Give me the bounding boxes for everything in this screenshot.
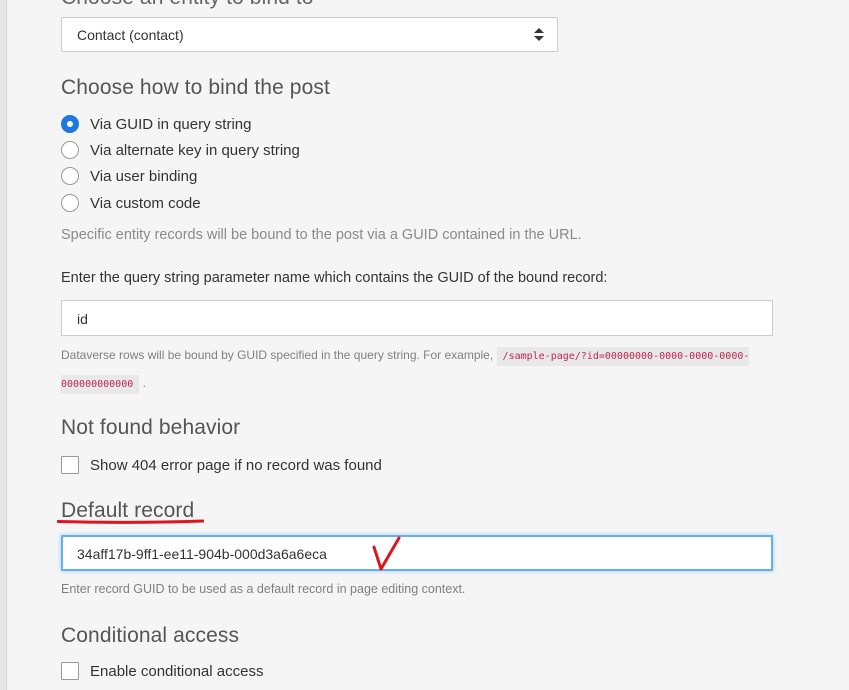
show-404-checkbox-row[interactable]: Show 404 error page if no record was fou… (61, 454, 382, 476)
radio-label: Via custom code (90, 194, 201, 212)
query-param-label: Enter the query string parameter name wh… (61, 270, 608, 286)
entity-binding-settings: Choose an entity to bind to Contact (con… (61, 0, 821, 690)
red-underline-annotation (57, 519, 204, 524)
radio-custom-code[interactable]: Via custom code (61, 192, 201, 214)
radio-label: Via user binding (90, 167, 198, 185)
left-rail (0, 0, 7, 690)
radio-guid-query-string[interactable]: Via GUID in query string (61, 113, 251, 135)
query-param-help-suffix: . (142, 376, 146, 390)
show-404-label: Show 404 error page if no record was fou… (90, 456, 382, 474)
entity-select[interactable]: Contact (contact) (61, 17, 558, 52)
show-404-checkbox[interactable] (61, 456, 79, 474)
chevron-up-down-icon (534, 28, 544, 42)
default-record-value: 34aff17b-9ff1-ee11-904b-000d3a6a6eca (77, 546, 327, 562)
radio-label: Via GUID in query string (90, 115, 252, 133)
radio-button[interactable] (61, 167, 79, 185)
conditional-access-checkbox-row[interactable]: Enable conditional access (61, 660, 263, 682)
bind-help-text: Specific entity records will be bound to… (61, 227, 582, 243)
radio-alternate-key[interactable]: Via alternate key in query string (61, 139, 300, 161)
query-param-help: Dataverse rows will be bound by GUID spe… (61, 342, 771, 398)
radio-button[interactable] (61, 141, 79, 159)
query-param-value: id (77, 311, 88, 327)
conditional-access-heading: Conditional access (61, 624, 240, 647)
radio-button[interactable] (61, 194, 79, 212)
query-param-input[interactable]: id (61, 300, 773, 336)
radio-label: Via alternate key in query string (90, 141, 300, 159)
default-record-help: Enter record GUID to be used as a defaul… (61, 582, 466, 596)
entity-section-heading: Choose an entity to bind to (61, 0, 314, 10)
radio-user-binding[interactable]: Via user binding (61, 165, 197, 187)
entity-select-value: Contact (contact) (77, 27, 184, 43)
conditional-access-label: Enable conditional access (90, 662, 264, 680)
query-param-help-prefix: Dataverse rows will be bound by GUID spe… (61, 348, 494, 362)
not-found-heading: Not found behavior (61, 416, 241, 439)
default-record-input[interactable]: 34aff17b-9ff1-ee11-904b-000d3a6a6eca (61, 535, 773, 571)
radio-button[interactable] (61, 115, 79, 133)
conditional-access-checkbox[interactable] (61, 662, 79, 680)
red-checkmark-annotation (372, 536, 401, 571)
bind-section-heading: Choose how to bind the post (61, 76, 330, 99)
